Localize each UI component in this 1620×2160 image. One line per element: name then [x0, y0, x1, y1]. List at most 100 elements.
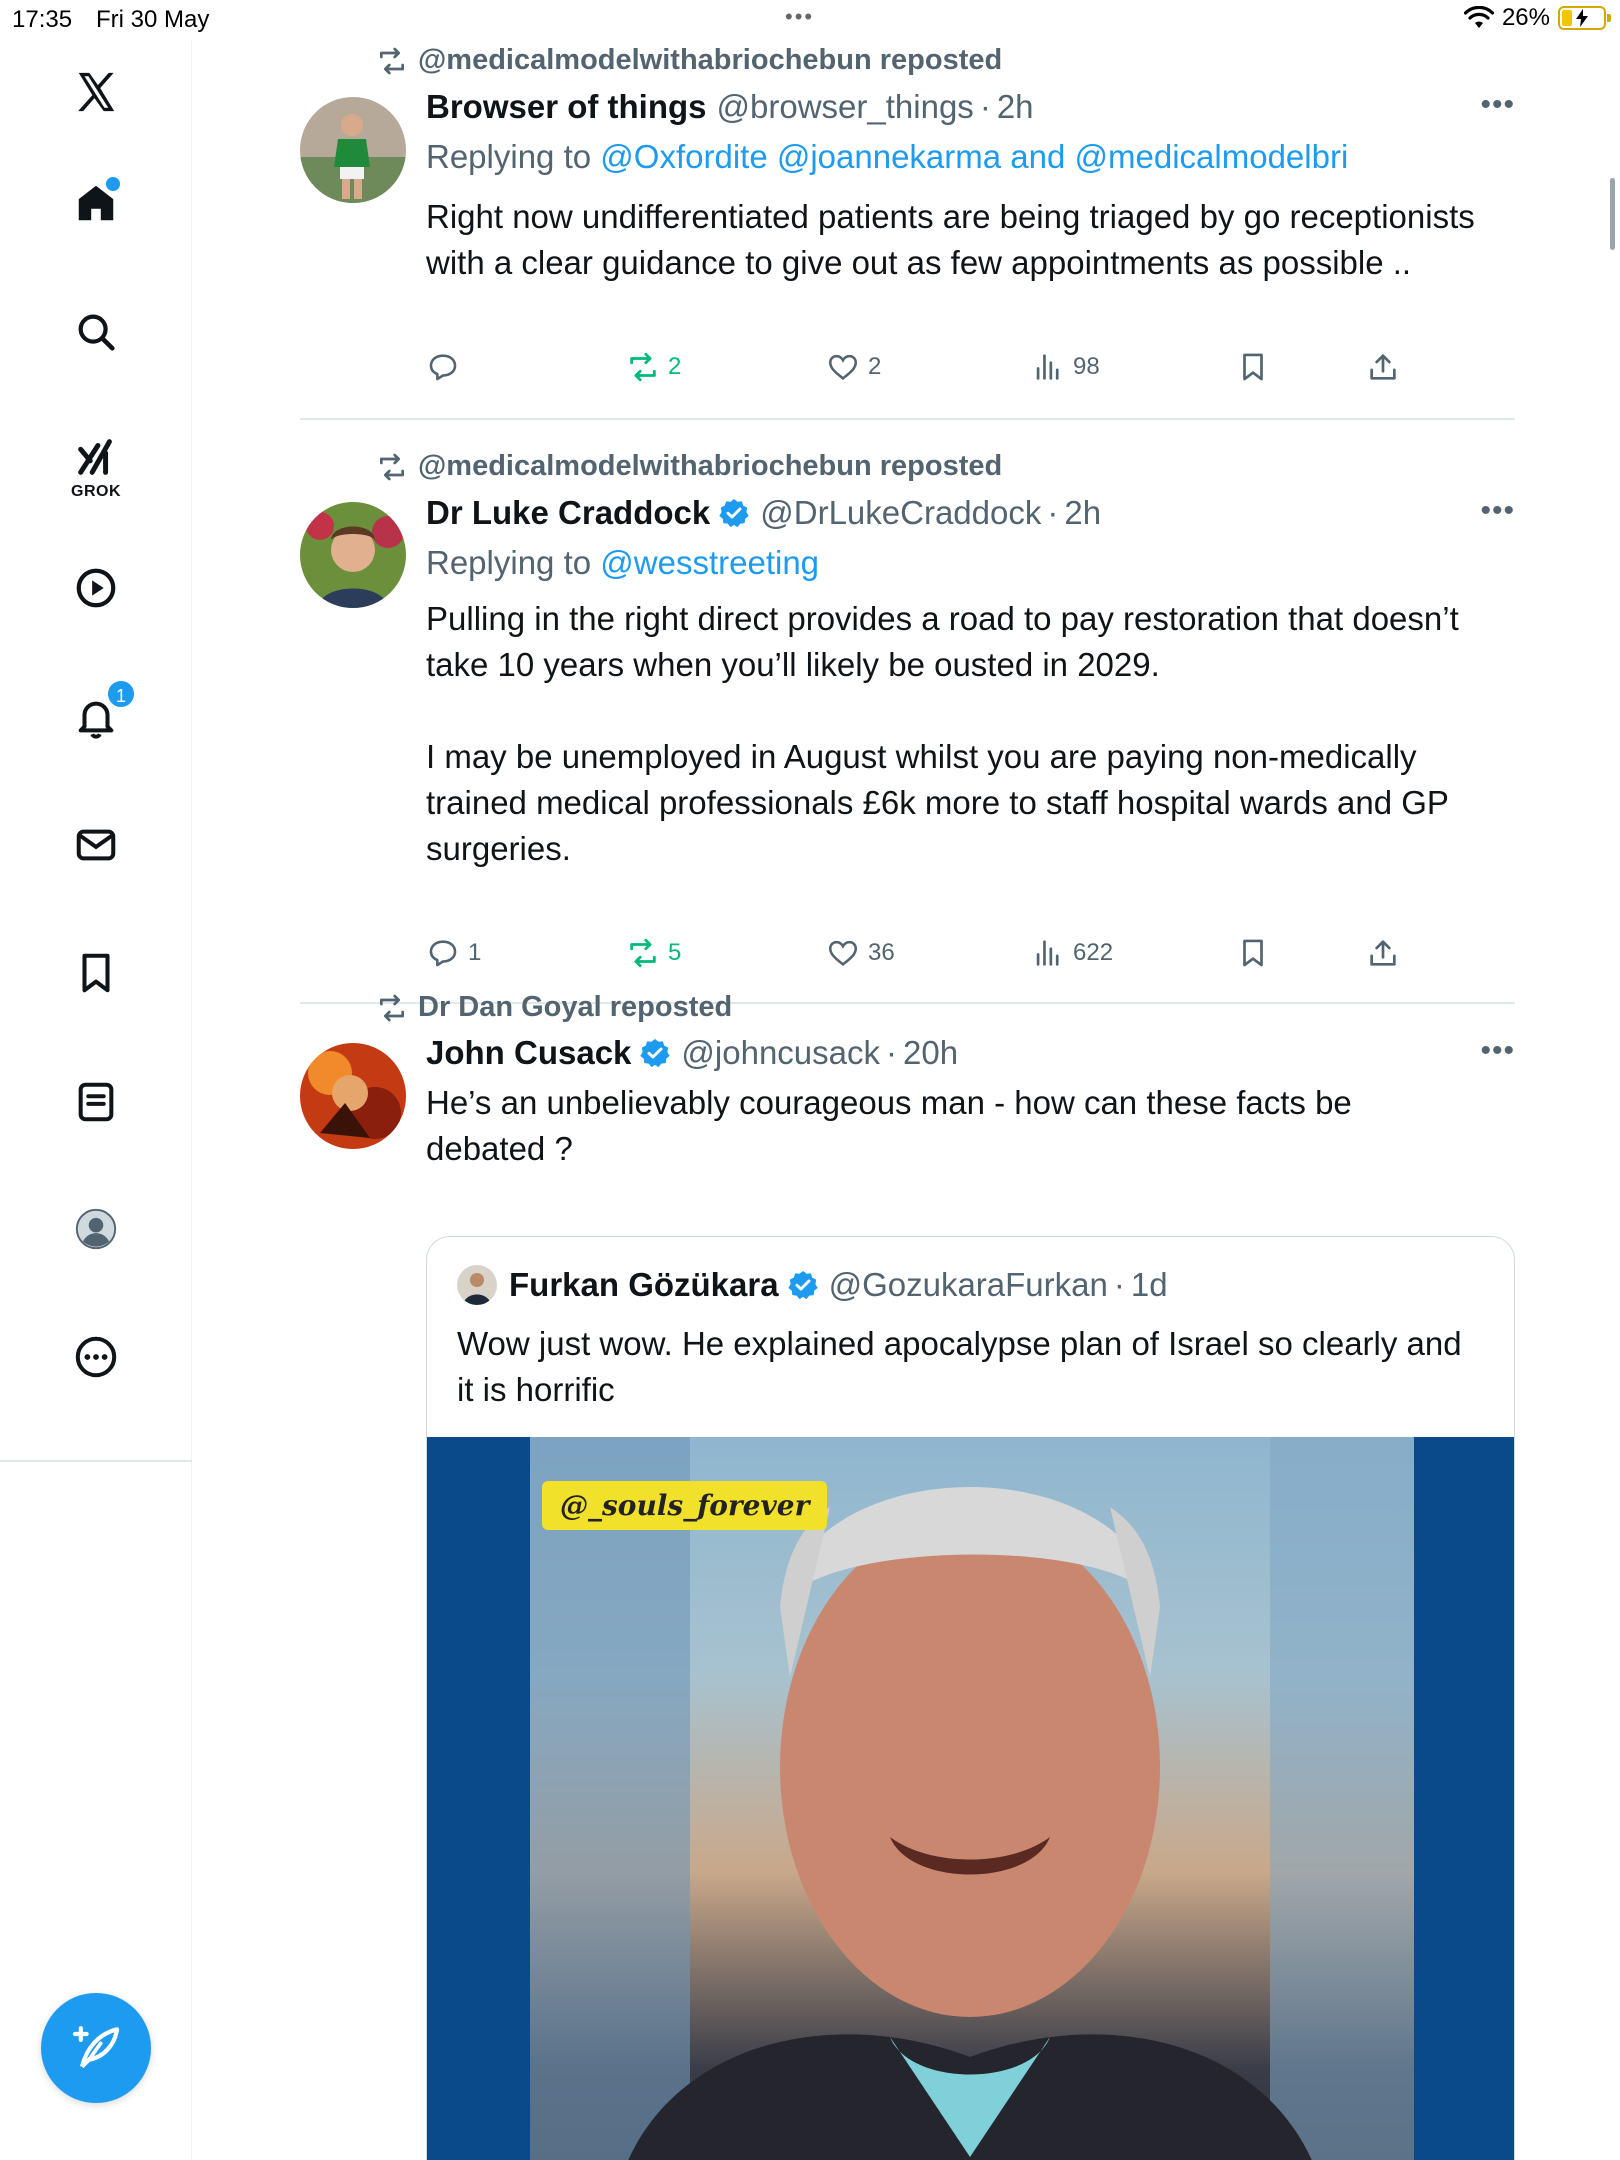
replying-prefix: Replying to — [426, 544, 592, 581]
status-time: 17:35 — [12, 6, 73, 33]
quote-avatar[interactable] — [457, 1265, 497, 1305]
sidebar-divider — [0, 1460, 192, 1462]
views-button[interactable]: 98 — [1031, 350, 1100, 384]
post-time[interactable]: 20h — [903, 1034, 958, 1072]
reply-count: 1 — [468, 939, 482, 966]
repost-indicator: @medicalmodelwithabriochebun reposted — [376, 450, 1002, 483]
repost-icon — [630, 352, 656, 382]
status-bar: 17:35 Fri 30 May ••• 26% — [0, 0, 1620, 40]
post-actions: 2 2 98 — [426, 350, 1406, 390]
grok-icon[interactable]: GROK — [66, 427, 126, 500]
mail-icon[interactable] — [66, 815, 126, 875]
multitasking-dots-icon[interactable]: ••• — [785, 4, 814, 30]
verified-badge-icon — [787, 1271, 818, 1300]
views-icon — [1036, 354, 1059, 380]
more-options-icon[interactable]: ••• — [1480, 1034, 1515, 1068]
avatar[interactable] — [300, 97, 406, 203]
status-right: 26% — [1463, 4, 1611, 32]
repost-indicator: Dr Dan Goyal reposted — [376, 991, 732, 1024]
author-handle[interactable]: @johncusack — [681, 1034, 880, 1072]
post-time[interactable]: 2h — [1064, 494, 1101, 532]
dot-separator: · — [1047, 494, 1059, 531]
repost-indicator: @medicalmodelwithabriochebun reposted — [376, 44, 1002, 77]
quoted-post[interactable]: Furkan Gözükara @GozukaraFurkan · 1d Wow… — [426, 1236, 1515, 2160]
bookmark-icon[interactable] — [66, 943, 126, 1003]
like-button[interactable]: 2 — [826, 350, 881, 384]
quote-author-handle[interactable]: @GozukaraFurkan — [829, 1266, 1108, 1304]
verified-badge-icon — [719, 499, 749, 528]
x-logo-icon[interactable] — [66, 62, 126, 122]
repost-icon — [630, 938, 656, 968]
post-john-cusack[interactable]: Dr Dan Goyal reposted John Cusack @johnc… — [300, 986, 1515, 2160]
dot-separator: · — [886, 1034, 898, 1071]
list-icon[interactable] — [66, 1072, 126, 1132]
views-icon — [1036, 940, 1059, 966]
repost-icon — [380, 453, 404, 480]
more-circle-icon[interactable] — [66, 1327, 126, 1387]
author-handle[interactable]: @DrLukeCraddock — [760, 494, 1041, 532]
post-divider — [300, 418, 1515, 420]
post-header: Dr Luke Craddock @DrLukeCraddock · 2h — [426, 494, 1101, 532]
views-button[interactable]: 622 — [1031, 936, 1113, 970]
home-icon[interactable] — [66, 173, 126, 233]
quote-time[interactable]: 1d — [1131, 1266, 1168, 1304]
repost-button[interactable]: 5 — [626, 936, 681, 970]
repost-icon — [380, 47, 404, 74]
battery-tip — [1607, 14, 1611, 22]
repost-by: @medicalmodelwithabriochebun reposted — [418, 450, 1003, 482]
post-header: John Cusack @johncusack · 20h — [426, 1034, 958, 1072]
dot-separator: · — [1113, 1266, 1125, 1303]
view-count: 622 — [1073, 939, 1114, 966]
quote-text: Wow just wow. He explained apocalypse pl… — [457, 1325, 1462, 1408]
post-text: He’s an unbelievably courageous man - ho… — [426, 1084, 1352, 1167]
timeline-feed: @medicalmodelwithabriochebun reposted Br… — [300, 40, 1515, 2160]
play-icon[interactable] — [66, 558, 126, 618]
reply-button[interactable]: 1 — [426, 936, 481, 970]
bell-icon[interactable]: 1 — [66, 679, 136, 747]
quote-header: Furkan Gözükara @GozukaraFurkan · 1d — [457, 1265, 1168, 1305]
search-icon[interactable] — [66, 302, 126, 362]
avatar[interactable] — [300, 502, 406, 608]
heart-icon — [828, 354, 858, 380]
like-button[interactable]: 36 — [826, 936, 895, 970]
scrollbar-thumb[interactable] — [1610, 178, 1615, 250]
bookmark-button[interactable] — [1236, 936, 1270, 970]
more-options-icon[interactable]: ••• — [1480, 88, 1515, 122]
reply-mentions[interactable]: @Oxfordite @joannekarma and @medicalmode… — [600, 138, 1348, 175]
bookmark-button[interactable] — [1236, 350, 1270, 384]
more-options-icon[interactable]: ••• — [1480, 494, 1515, 528]
avatar[interactable] — [300, 1043, 406, 1149]
verified-badge-icon — [640, 1039, 671, 1068]
repost-button[interactable]: 2 — [626, 350, 681, 384]
post-header: Browser of things @browser_things · 2h — [426, 88, 1034, 126]
avatar-icon[interactable] — [66, 1199, 126, 1259]
home-unread-dot — [106, 177, 120, 191]
author-name[interactable]: Browser of things — [426, 88, 707, 126]
replying-prefix: Replying to — [426, 138, 592, 175]
share-button[interactable] — [1366, 936, 1400, 970]
reply-button[interactable] — [426, 350, 468, 384]
replying-to: Replying to @wesstreeting — [426, 544, 819, 582]
post-time[interactable]: 2h — [997, 88, 1034, 126]
compose-icon — [72, 2026, 120, 2069]
reply-mentions[interactable]: @wesstreeting — [600, 544, 819, 581]
repost-by: @medicalmodelwithabriochebun reposted — [418, 44, 1003, 76]
sidebar: GROK 1 — [0, 40, 192, 2160]
wifi-icon — [1463, 6, 1494, 28]
author-handle[interactable]: @browser_things — [717, 88, 974, 126]
quote-author-name[interactable]: Furkan Gözükara — [509, 1266, 779, 1304]
author-name[interactable]: Dr Luke Craddock — [426, 494, 710, 532]
battery-fill — [1562, 10, 1573, 26]
notification-badge: 1 — [106, 679, 136, 709]
video-frame: @_souls_forever — [530, 1437, 1414, 2160]
like-count: 36 — [868, 939, 895, 966]
author-name[interactable]: John Cusack — [426, 1034, 631, 1072]
video-player[interactable]: @_souls_forever — [427, 1437, 1514, 2160]
reply-icon — [429, 940, 457, 967]
reply-icon — [429, 354, 457, 381]
status-date: Fri 30 May — [96, 6, 210, 33]
share-button[interactable] — [1366, 350, 1400, 384]
compose-button[interactable] — [41, 1993, 151, 2103]
video-still — [530, 1437, 1414, 2160]
bookmark-icon — [1243, 353, 1263, 381]
